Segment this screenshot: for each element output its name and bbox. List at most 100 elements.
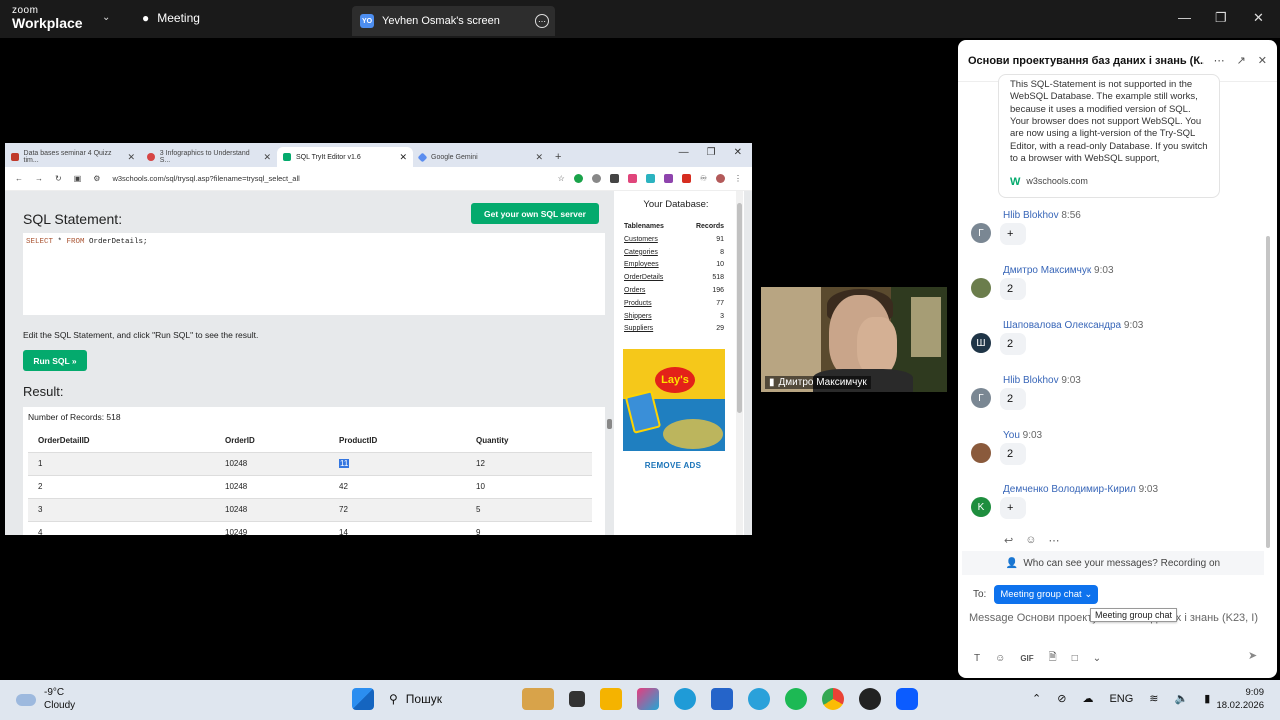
message-bubble[interactable]: 2 [1000,333,1026,355]
avatar[interactable] [971,278,991,298]
extension-icon[interactable] [609,174,619,183]
table-link[interactable]: Shippers [624,313,652,320]
cloud-sync-icon[interactable]: ☁ [1082,692,1093,705]
table-link[interactable]: OrderDetails [624,274,663,281]
task-view-icon[interactable] [569,691,585,707]
camera-off-icon[interactable]: ⊘ [1057,692,1066,705]
message-bubble[interactable]: 2 [1000,388,1026,410]
site-info-icon[interactable]: ⚙ [93,174,100,183]
browser-tab-infographics[interactable]: 3 Infographics to Understand S... ✕ [141,147,277,167]
zoom-icon[interactable] [896,688,918,710]
back-icon[interactable]: ← [15,174,23,183]
participant-video[interactable]: ▮ Дмитро Максимчук [761,287,947,392]
table-link[interactable]: Suppliers [624,325,653,332]
get-sql-server-button[interactable]: Get your own SQL server [471,203,599,224]
maximize-icon[interactable]: ❐ [707,147,716,158]
result-scrollbar[interactable] [607,407,613,535]
avatar[interactable]: K [971,497,991,517]
extension-icon[interactable] [663,174,673,183]
remove-ads-link[interactable]: REMOVE ADS [614,461,732,470]
close-tab-icon[interactable]: ✕ [535,152,543,163]
language-indicator[interactable]: ENG [1109,693,1133,705]
browser-tab-sql-tryit[interactable]: SQL TryIt Editor v1.6 ✕ [277,147,413,167]
more-icon[interactable]: ⋯ [1214,54,1225,67]
extension-icon[interactable] [645,174,655,183]
weather-widget[interactable]: -9°C Cloudy [16,687,75,712]
minimize-icon[interactable]: — [1178,10,1191,25]
app-icon[interactable] [859,688,881,710]
edge-icon[interactable] [674,688,696,710]
message-bubble[interactable]: + [1000,223,1026,245]
close-tab-icon[interactable]: ✕ [399,152,407,163]
spotify-icon[interactable] [785,688,807,710]
close-icon[interactable]: ✕ [1253,10,1264,26]
table-link[interactable]: Employees [624,261,659,268]
meeting-tab[interactable]: ● Meeting [142,11,200,25]
sql-editor[interactable]: SELECT * FROM OrderDetails; [23,233,605,315]
close-icon[interactable]: ✕ [734,147,742,158]
more-options-icon[interactable]: ⋯ [535,14,549,28]
forward-icon[interactable]: → [35,174,43,183]
profile-avatar[interactable] [716,174,725,183]
restore-icon[interactable]: ❐ [1215,10,1227,26]
advertisement-banner[interactable]: Lay's [623,349,725,451]
reply-icon[interactable]: ↩ [1004,534,1013,547]
windows-start-icon[interactable] [352,688,374,710]
wifi-icon[interactable]: ≋ [1149,692,1158,705]
run-sql-button[interactable]: Run SQL » [23,350,87,371]
close-icon[interactable]: ✕ [1258,54,1267,67]
bookmark-star-icon[interactable]: ☆ [558,174,565,183]
close-tab-icon[interactable]: ✕ [127,152,135,163]
table-link[interactable]: Categories [624,249,658,256]
chat-scrollbar[interactable] [1266,236,1270,548]
avatar[interactable]: Ш [971,333,991,353]
extension-icon[interactable] [681,174,691,183]
extensions-puzzle-icon[interactable]: ♾ [700,174,707,183]
reload-icon[interactable]: ↻ [55,174,62,183]
new-tab-icon[interactable]: + [549,151,567,167]
avatar[interactable]: Г [971,388,991,408]
url-field[interactable]: w3schools.com/sql/trysql.asp?filename=tr… [112,174,502,183]
shared-screen-tab[interactable]: YO Yevhen Osmak's screen ⋯ [352,6,555,36]
emoji-icon[interactable]: ☺ [995,653,1005,664]
recording-notice[interactable]: 👤 Who can see your messages? Recording o… [962,551,1264,575]
search-highlight-icon[interactable] [522,688,554,710]
message-bubble[interactable]: 2 [1000,278,1026,300]
volume-icon[interactable]: 🔈 [1175,692,1189,705]
browser-tab-quiz[interactable]: Data bases seminar 4 Quizz tim... ✕ [5,147,141,167]
recipient-dropdown[interactable]: Meeting group chat ⌄ [994,585,1099,604]
browser-menu-icon[interactable]: ⋮ [734,174,742,183]
extension-icon[interactable] [573,174,583,183]
file-explorer-icon[interactable] [600,688,622,710]
screenshot-icon[interactable]: □ [1072,653,1078,664]
gif-button[interactable]: GIF [1020,654,1033,663]
avatar[interactable]: Г [971,223,991,243]
table-link[interactable]: Orders [624,287,645,294]
chevron-down-icon[interactable]: ⌄ [102,12,110,23]
clock[interactable]: 9:09 18.02.2026 [1216,687,1264,713]
store-icon[interactable] [711,688,733,710]
minimize-icon[interactable]: — [679,147,689,158]
tab-search-icon[interactable]: ▣ [74,174,82,183]
copilot-icon[interactable] [637,688,659,710]
table-link[interactable]: Products [624,300,652,307]
more-icon[interactable]: ⋯ [1048,534,1059,547]
browser-tab-gemini[interactable]: Google Gemini ✕ [413,147,549,167]
extension-icon[interactable] [591,174,601,183]
extension-icon[interactable] [627,174,637,183]
chevron-down-icon[interactable]: ⌄ [1093,653,1101,664]
send-icon[interactable]: ➤ [1248,649,1257,662]
table-link[interactable]: Customers [624,236,658,243]
add-reaction-icon[interactable]: ☺ [1025,534,1036,547]
chevron-up-icon[interactable]: ⌃ [1032,692,1041,705]
close-tab-icon[interactable]: ✕ [263,152,271,163]
avatar[interactable] [971,443,991,463]
chrome-icon[interactable] [822,688,844,710]
text-format-icon[interactable]: T [974,653,980,664]
page-scrollbar[interactable] [736,191,743,535]
pop-out-icon[interactable]: ↗ [1237,54,1246,67]
battery-icon[interactable]: ▮ [1204,692,1210,705]
link-preview-card[interactable]: This SQL-Statement is not supported in t… [998,74,1220,198]
file-icon[interactable]: 🗎 [1049,650,1057,667]
taskbar-search[interactable]: ⚲ Пошук [389,692,507,706]
